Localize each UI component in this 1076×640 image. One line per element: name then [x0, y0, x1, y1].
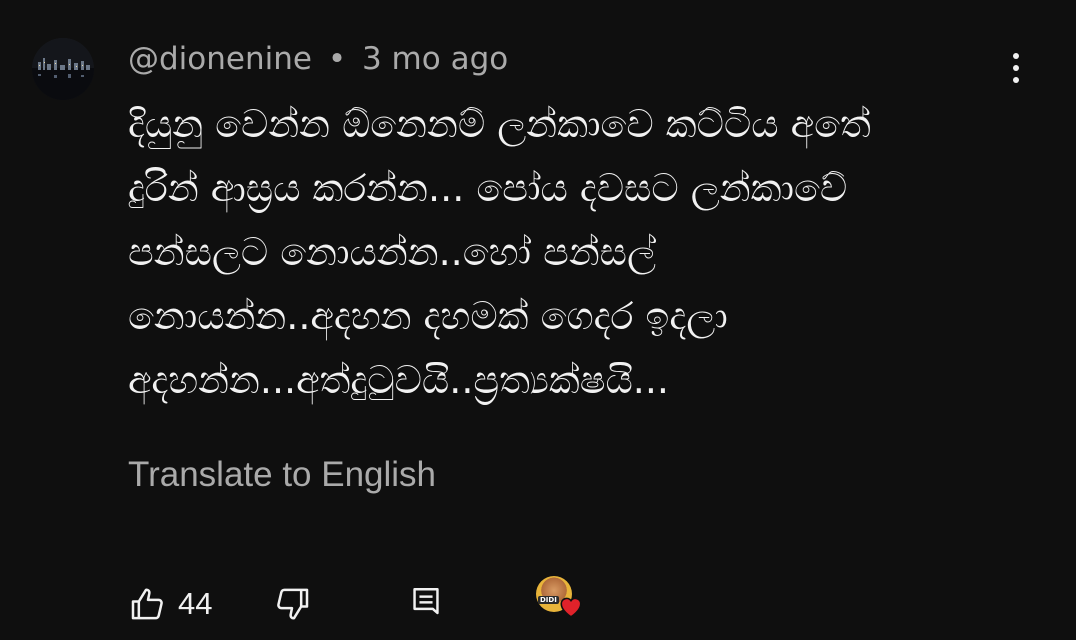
- author-avatar[interactable]: [32, 38, 94, 100]
- comment-line: දුරින් ආස්‍රය කරන්න... පෝය දවසට ලන්කාවේ: [128, 166, 848, 210]
- comment-line: නොයන්න..අදහන දහමක් ගෙදර ඉදලා: [128, 294, 728, 338]
- creator-heart-badge[interactable]: DIDI: [532, 576, 588, 630]
- creator-avatar-label: DIDI: [538, 596, 559, 604]
- more-dot-icon: [1013, 53, 1019, 59]
- comment-timestamp[interactable]: 3 mo ago: [362, 41, 508, 77]
- like-button[interactable]: 44: [128, 580, 212, 628]
- thumb-up-icon: [131, 588, 163, 620]
- comment-line: අදහන්න...අත්දුටුවයි..ප්‍රත්‍යක්ෂයි...: [128, 358, 670, 402]
- reply-icon: [413, 588, 439, 615]
- like-count: 44: [178, 586, 213, 621]
- more-dot-icon: [1013, 65, 1019, 71]
- comment-actions: 44 DIDI: [128, 576, 608, 628]
- thumb-down-icon: [277, 588, 309, 620]
- dislike-button[interactable]: [272, 580, 312, 628]
- more-dot-icon: [1013, 77, 1019, 83]
- comment-thread: @dionenine • 3 mo ago දියුනු වෙන්න ඕනෙනම…: [0, 0, 1076, 640]
- city-night-avatar-image: [32, 38, 94, 100]
- more-options-button[interactable]: [996, 46, 1036, 90]
- header-separator: •: [327, 41, 347, 77]
- creator-heart-icon: [560, 597, 582, 618]
- comment-body: දියුනු වෙන්න ඕනෙනම් ලන්කාවෙ කට්ටිය අතේ ද…: [128, 92, 1008, 412]
- reply-button[interactable]: [408, 580, 444, 628]
- comment-header: @dionenine • 3 mo ago: [128, 38, 508, 80]
- author-name[interactable]: @dionenine: [128, 41, 312, 77]
- translate-button[interactable]: Translate to English: [128, 452, 436, 498]
- comment-line: දියුනු වෙන්න ඕනෙනම් ලන්කාවෙ කට්ටිය අතේ: [128, 102, 871, 146]
- comment-line: පන්සලට නොයන්න..හෝ පන්සල්: [128, 230, 656, 274]
